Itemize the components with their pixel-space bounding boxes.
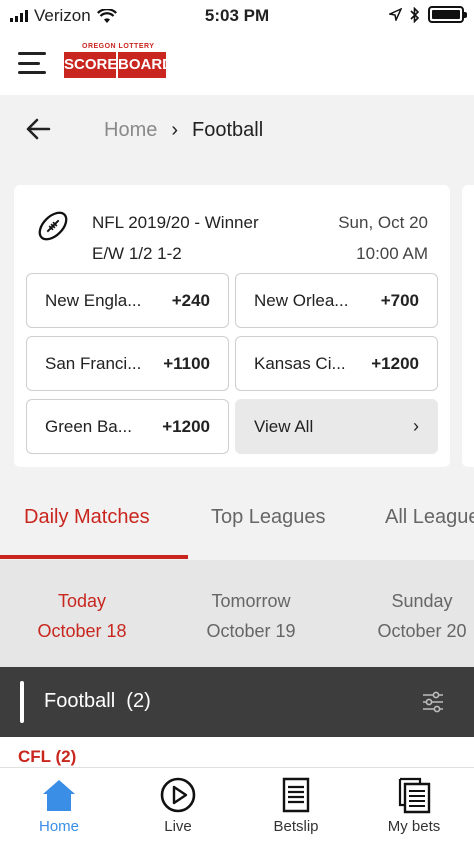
section-accent bbox=[20, 681, 24, 723]
market-date-time: 10:00 AM bbox=[356, 244, 428, 263]
chevron-right-icon: › bbox=[413, 416, 419, 436]
play-circle-icon bbox=[160, 777, 196, 813]
odds-grid: New Engla... +240 New Orlea... +700 San … bbox=[26, 273, 438, 454]
status-bar: Verizon 5:03 PM bbox=[0, 0, 474, 32]
tab-top-leagues[interactable]: Top Leagues bbox=[211, 506, 326, 529]
ticket-icon bbox=[282, 777, 310, 813]
nav-live-label: Live bbox=[164, 818, 192, 835]
selection-team: San Franci... bbox=[45, 353, 142, 373]
selection-button[interactable]: New Engla... +240 bbox=[26, 273, 229, 328]
active-tab-indicator bbox=[0, 555, 188, 559]
market-date: Sun, Oct 20 10:00 AM bbox=[338, 207, 428, 269]
selection-odds: +1200 bbox=[371, 353, 419, 373]
date-tomorrow[interactable]: Tomorrow October 19 bbox=[176, 586, 326, 646]
nav-home[interactable]: Home bbox=[9, 776, 109, 835]
market-title-line2: E/W 1/2 1-2 bbox=[92, 244, 182, 263]
league-row[interactable]: CFL (2) bbox=[0, 737, 474, 767]
breadcrumb: Home › Football bbox=[0, 95, 474, 167]
sport-section-header[interactable]: Football (2) bbox=[0, 667, 474, 737]
sport-section-label: Football (2) bbox=[44, 690, 151, 713]
view-all-label: View All bbox=[254, 416, 314, 436]
tab-daily-matches[interactable]: Daily Matches bbox=[24, 506, 150, 529]
selection-odds: +700 bbox=[380, 290, 419, 310]
selection-button[interactable]: San Franci... +1100 bbox=[26, 336, 229, 391]
back-arrow-icon[interactable] bbox=[24, 115, 52, 143]
breadcrumb-home-link[interactable]: Home bbox=[104, 119, 157, 142]
logo-word-score: SCORE bbox=[64, 52, 117, 78]
nav-betslip[interactable]: Betslip bbox=[246, 776, 346, 835]
selection-team: Green Ba... bbox=[45, 416, 132, 436]
football-icon bbox=[38, 211, 68, 241]
sport-name: Football bbox=[44, 690, 116, 712]
nav-live[interactable]: Live bbox=[128, 776, 228, 835]
nav-my-bets[interactable]: My bets bbox=[364, 776, 464, 835]
selection-button[interactable]: Green Ba... +1200 bbox=[26, 399, 229, 454]
app-header: OREGON LOTTERY SCORE BOARD bbox=[0, 32, 474, 95]
nav-betslip-label: Betslip bbox=[273, 818, 319, 835]
bottom-nav: Home Live Betslip My bets bbox=[0, 767, 474, 841]
selection-odds: +1200 bbox=[162, 416, 210, 436]
selection-button[interactable]: New Orlea... +700 bbox=[235, 273, 438, 328]
view-all-button[interactable]: View All › bbox=[235, 399, 438, 454]
breadcrumb-separator-icon: › bbox=[171, 119, 179, 141]
market-title: NFL 2019/20 - Winner E/W 1/2 1-2 bbox=[92, 207, 259, 269]
selection-team: New Engla... bbox=[45, 290, 142, 310]
scoreboard-logo[interactable]: OREGON LOTTERY SCORE BOARD bbox=[64, 42, 173, 84]
selection-odds: +240 bbox=[171, 290, 210, 310]
date-day: Sunday bbox=[391, 591, 453, 611]
nav-my-bets-label: My bets bbox=[387, 818, 441, 835]
nav-home-label: Home bbox=[38, 818, 79, 835]
menu-icon[interactable] bbox=[18, 52, 46, 74]
stacked-tickets-icon bbox=[398, 777, 431, 814]
sport-count: (2) bbox=[126, 690, 151, 712]
date-day: Today bbox=[57, 591, 107, 611]
date-today[interactable]: Today October 18 bbox=[7, 586, 157, 646]
home-icon bbox=[43, 780, 75, 811]
date-date: October 20 bbox=[377, 621, 467, 641]
next-card-peek[interactable] bbox=[462, 185, 474, 467]
location-arrow-icon bbox=[389, 8, 402, 21]
date-sunday[interactable]: Sunday October 20 bbox=[347, 586, 474, 646]
logo-top-text: OREGON LOTTERY bbox=[82, 43, 155, 50]
filter-sliders-icon[interactable] bbox=[422, 691, 444, 713]
selection-odds: +1100 bbox=[163, 353, 210, 373]
selection-team: Kansas Ci... bbox=[254, 353, 346, 373]
selection-team: New Orlea... bbox=[254, 290, 349, 310]
market-title-line1: NFL 2019/20 - Winner bbox=[92, 213, 259, 232]
bluetooth-icon bbox=[410, 6, 420, 23]
breadcrumb-current: Football bbox=[192, 119, 264, 141]
league-label: CFL (2) bbox=[18, 747, 77, 766]
date-selector: Today October 18 Tomorrow October 19 Sun… bbox=[0, 560, 474, 667]
outright-market-card: NFL 2019/20 - Winner E/W 1/2 1-2 Sun, Oc… bbox=[14, 185, 450, 467]
battery-icon bbox=[428, 6, 467, 23]
tab-bar: Daily Matches Top Leagues All Leagues bbox=[0, 490, 474, 560]
tab-all-leagues[interactable]: All Leagues bbox=[385, 506, 474, 529]
date-date: October 18 bbox=[37, 621, 127, 641]
selection-button[interactable]: Kansas Ci... +1200 bbox=[235, 336, 438, 391]
market-date-day: Sun, Oct 20 bbox=[338, 213, 428, 232]
date-day: Tomorrow bbox=[211, 591, 291, 611]
status-right bbox=[389, 6, 467, 23]
date-date: October 19 bbox=[206, 621, 296, 641]
logo-word-board: BOARD bbox=[118, 52, 173, 78]
